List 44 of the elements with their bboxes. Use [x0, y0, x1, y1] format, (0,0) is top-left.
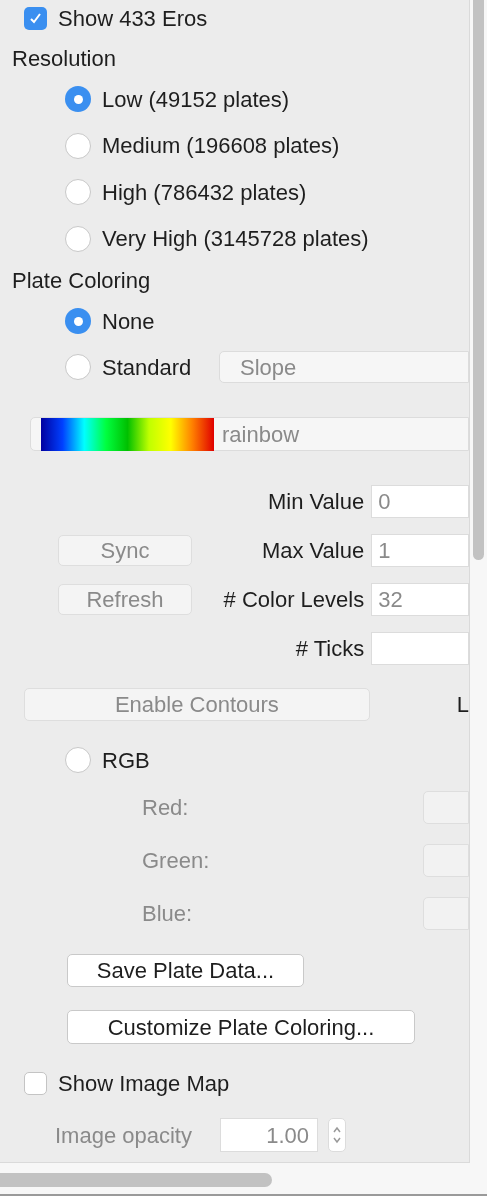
checkbox-label: Show Image Map [58, 1069, 230, 1098]
colormap-name: rainbow [222, 420, 300, 449]
radio-label: None [102, 307, 155, 336]
field-label: Max Value [260, 537, 365, 565]
input-field[interactable] [423, 897, 469, 930]
input-field[interactable]: 1 [371, 534, 469, 567]
field-label: Blue: [142, 900, 194, 928]
colormap-dropdown[interactable]: rainbow [30, 417, 469, 451]
field-label: Min Value [267, 488, 365, 516]
input-field[interactable] [371, 632, 469, 665]
field-label: # Ticks [294, 635, 365, 663]
radio-label: High (786432 plates) [102, 178, 307, 207]
input-field[interactable]: 32 [371, 583, 469, 616]
radio-button[interactable] [65, 225, 91, 252]
field-label: Red: [142, 794, 190, 822]
radio-button[interactable] [65, 747, 91, 773]
checkbox[interactable] [24, 6, 47, 30]
section-title: Resolution [12, 44, 116, 73]
scrollbar-thumb[interactable] [0, 1173, 272, 1187]
section-title: Plate Coloring [12, 266, 151, 295]
field-label: Green: [142, 847, 211, 875]
scrollbar-thumb[interactable] [473, 0, 484, 560]
save-button[interactable]: Save Plate Data... [67, 954, 304, 987]
input-field[interactable] [423, 791, 469, 824]
input-field[interactable]: 0 [371, 485, 469, 518]
customize-button[interactable]: Customize Plate Coloring... [67, 1010, 415, 1044]
field-label: # Color Levels [222, 586, 365, 614]
radio-button[interactable] [65, 354, 91, 380]
input-field[interactable] [423, 844, 469, 877]
label: L [456, 691, 469, 719]
radio-label: Medium (196608 plates) [102, 132, 340, 161]
checkbox[interactable] [24, 1071, 47, 1095]
radio-label: RGB [102, 746, 150, 775]
radio-button[interactable] [65, 179, 91, 206]
radio-button[interactable] [65, 132, 91, 159]
checkbox-label: Show 433 Eros [58, 4, 208, 33]
radio-button[interactable] [65, 86, 91, 113]
radio-label: Standard [102, 353, 192, 382]
radio-button[interactable] [65, 308, 91, 334]
radio-label: Low (49152 plates) [102, 85, 290, 114]
spinner-icon[interactable] [328, 1118, 346, 1152]
field-label: Image opacity [55, 1121, 193, 1150]
dropdown[interactable]: Slope [219, 351, 469, 383]
radio-label: Very High (3145728 plates) [102, 225, 369, 254]
